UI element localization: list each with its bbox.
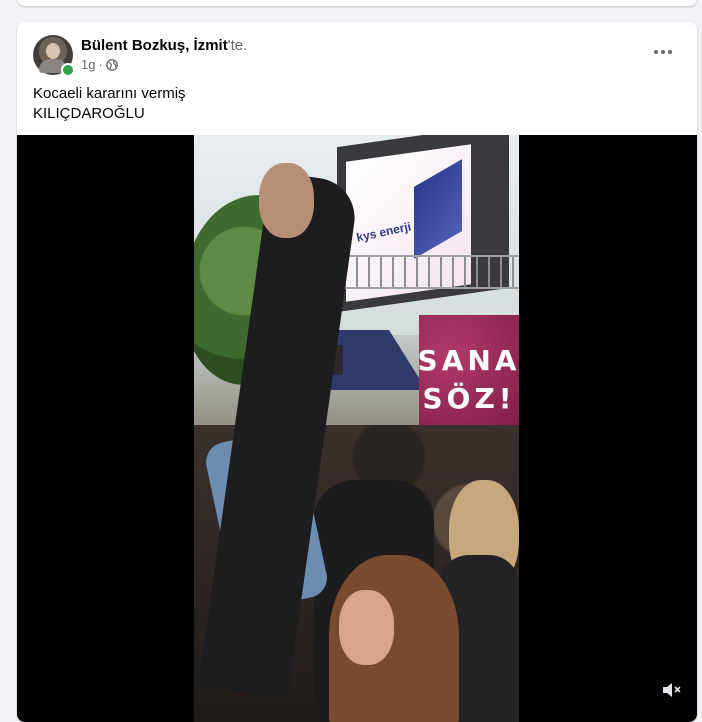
- previous-post-card: [17, 0, 697, 6]
- led-text-2: SÖZ!: [422, 382, 516, 415]
- video-frame[interactable]: kys enerji SANA SÖZ!: [194, 135, 519, 722]
- caption-line-1: Kocaeli kararını vermiş: [33, 85, 186, 102]
- volume-button[interactable]: [657, 675, 687, 705]
- more-options-button[interactable]: [647, 36, 679, 68]
- video-player[interactable]: kys enerji SANA SÖZ!: [17, 135, 697, 722]
- post-timestamp[interactable]: 1g: [81, 57, 95, 73]
- post-header: Bülent Bozkuş, İzmit'te.: [81, 36, 247, 55]
- globe-icon: [105, 59, 118, 71]
- online-status-dot: [61, 63, 75, 77]
- post-card: Bülent Bozkuş, İzmit'te. 1g · Kocaeli ka…: [17, 22, 697, 722]
- video-truss: [344, 255, 519, 289]
- video-person-face: [339, 590, 394, 665]
- author-name[interactable]: Bülent Bozkuş: [81, 37, 185, 54]
- led-text-1: SANA: [417, 344, 519, 377]
- location-suffix: 'te.: [227, 37, 248, 54]
- video-raised-fist: [259, 163, 314, 238]
- caption-line-2: KILIÇDAROĞLU: [33, 105, 145, 122]
- post-meta: 1g ·: [81, 57, 118, 73]
- volume-muted-icon: [663, 683, 681, 697]
- meta-separator: ·: [98, 57, 103, 72]
- location-separator: ,: [185, 37, 194, 54]
- avatar-face: [46, 43, 60, 59]
- post-caption: Kocaeli kararını vermiş KILIÇDAROĞLU: [33, 84, 186, 124]
- more-options-icon: [654, 50, 658, 54]
- location-link[interactable]: İzmit: [194, 37, 228, 54]
